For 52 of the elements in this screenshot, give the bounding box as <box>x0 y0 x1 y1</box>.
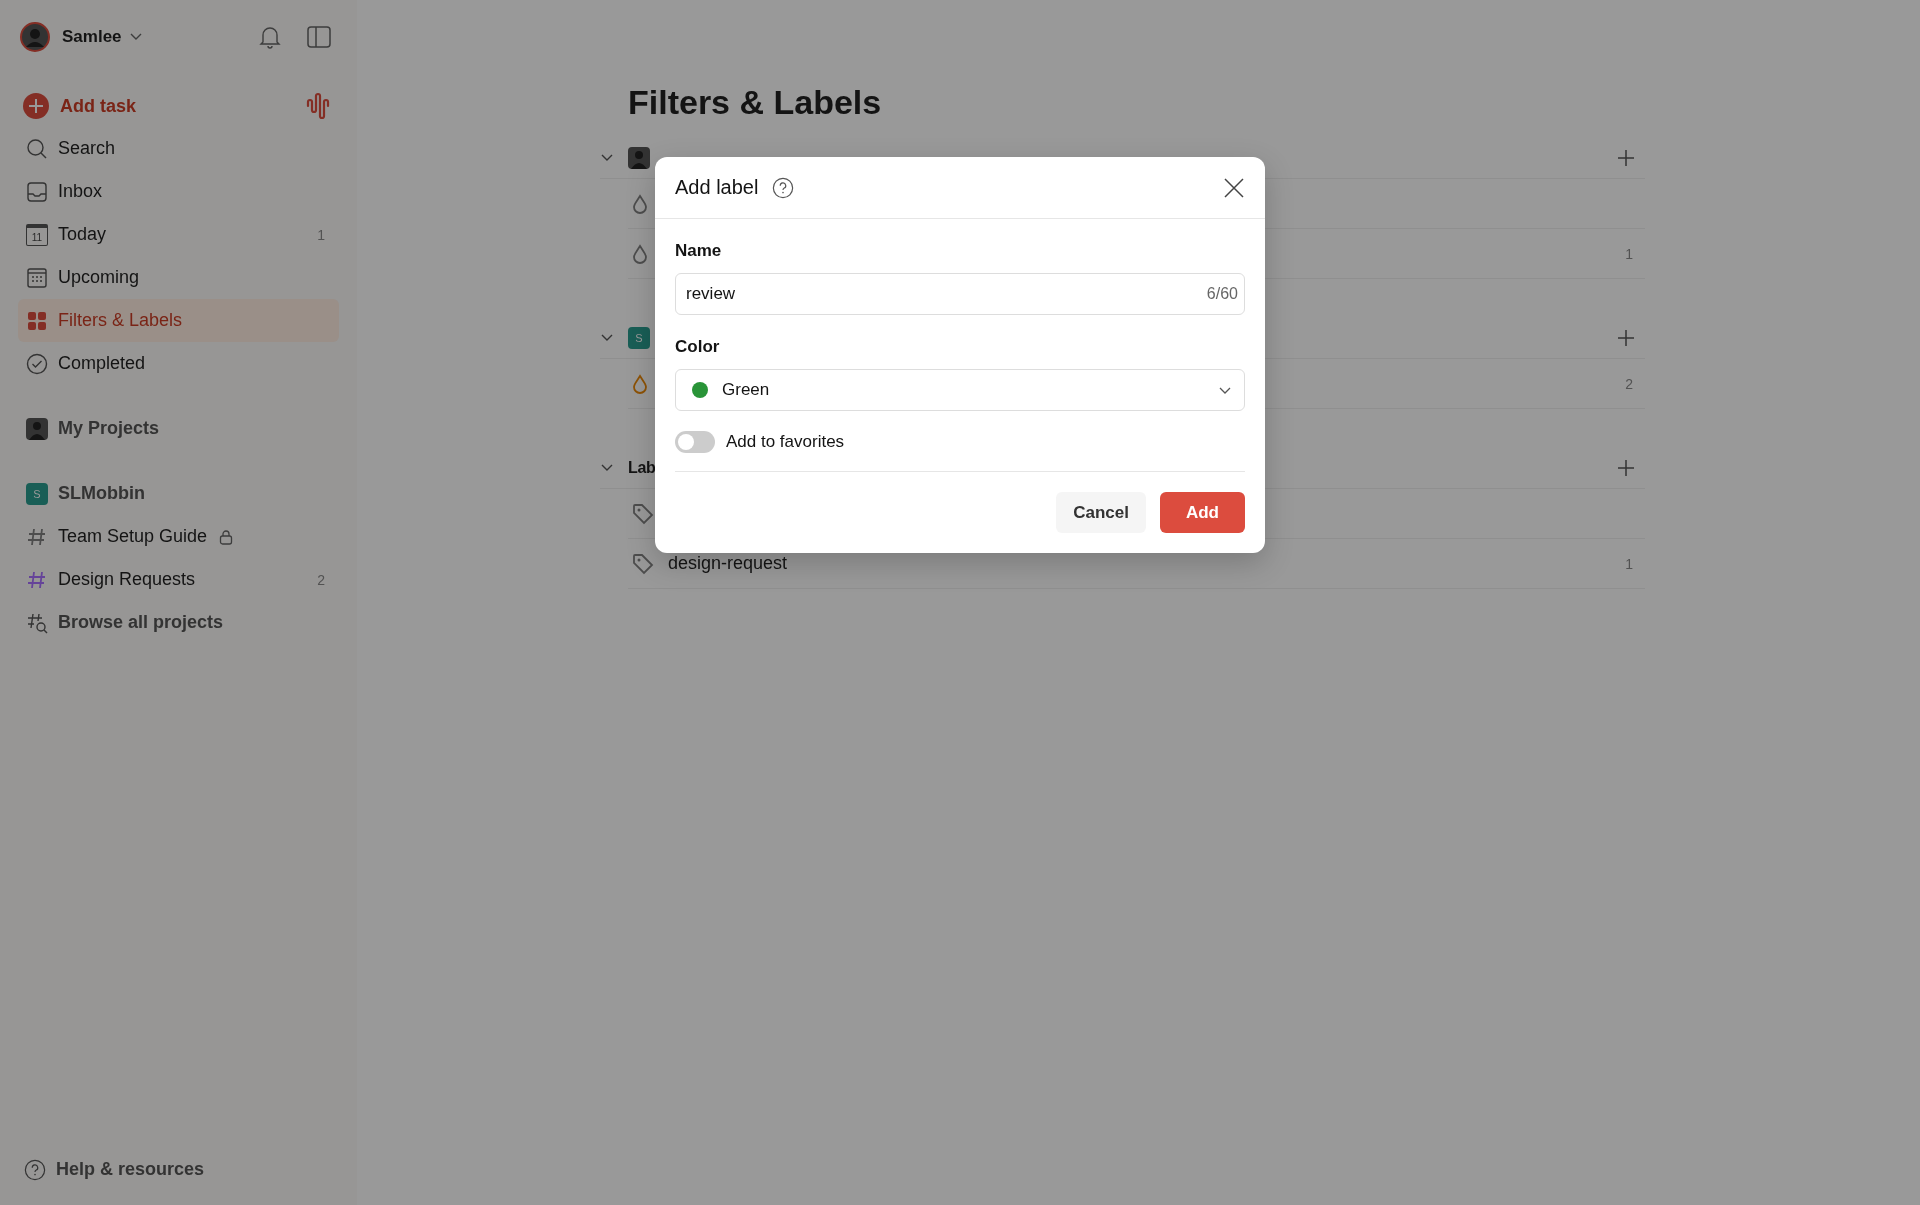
field-label: Name <box>675 241 723 261</box>
toggle-label: Add to favorites <box>726 432 845 452</box>
page-title: Filters & Labels <box>628 82 883 122</box>
name-field[interactable]: review 6/60 <box>675 273 1245 315</box>
help-icon <box>24 1158 46 1181</box>
grid-icon <box>26 309 48 332</box>
section-title: Lab <box>628 459 656 477</box>
color-select[interactable]: Green <box>675 369 1245 411</box>
avatar <box>26 417 48 440</box>
waveform-icon[interactable] <box>306 92 332 120</box>
check-circle-icon <box>26 352 48 375</box>
collapse-icon[interactable] <box>600 153 614 163</box>
plus-icon <box>22 92 50 120</box>
help-icon[interactable] <box>772 176 795 199</box>
nav-item[interactable]: Filters & Labels <box>18 299 339 342</box>
my-projects-link[interactable]: My Projects <box>18 407 339 450</box>
nav-item[interactable]: Completed <box>18 342 339 385</box>
team-badge: S <box>26 482 48 505</box>
nav-item[interactable]: Upcoming <box>18 256 339 299</box>
team-badge: S <box>628 327 650 349</box>
chevron-down-icon <box>129 33 142 41</box>
add-task-button[interactable]: Add task <box>18 92 137 120</box>
add-icon[interactable] <box>1617 149 1635 167</box>
add-icon[interactable] <box>1617 329 1635 347</box>
team-link[interactable]: S SLMobbin <box>18 472 339 515</box>
avatar <box>20 22 50 52</box>
notifications-icon[interactable] <box>259 25 281 49</box>
close-icon[interactable] <box>1223 176 1245 199</box>
add-icon[interactable] <box>1617 459 1635 477</box>
search-icon <box>26 137 48 160</box>
calendar-icon <box>26 266 48 289</box>
project-item[interactable]: Team Setup Guide <box>18 515 339 558</box>
nav-item[interactable]: Search <box>18 127 339 170</box>
help-link[interactable]: Help & resources <box>18 1148 339 1191</box>
collapse-icon[interactable] <box>600 463 614 473</box>
dialog-title: Add label <box>675 176 759 199</box>
add-button[interactable]: Add <box>1159 492 1245 533</box>
collapse-icon[interactable] <box>600 333 614 343</box>
calendar-icon: 11 <box>26 223 48 246</box>
chevron-down-icon <box>1218 385 1232 395</box>
favorites-toggle[interactable] <box>675 431 715 453</box>
nav-item[interactable]: Inbox <box>18 170 339 213</box>
cancel-button[interactable]: Cancel <box>1056 492 1146 533</box>
avatar <box>628 147 650 169</box>
field-label: Color <box>675 337 721 357</box>
nav-item[interactable]: 11 Today 1 <box>18 213 339 256</box>
inbox-icon <box>26 180 48 203</box>
sidebar-toggle-icon[interactable] <box>307 26 331 48</box>
project-item[interactable]: Design Requests 2 <box>18 558 339 601</box>
hash-search-icon <box>26 611 48 634</box>
account-menu[interactable]: Samlee <box>20 22 142 52</box>
browse-projects-link[interactable]: Browse all projects <box>18 601 339 644</box>
